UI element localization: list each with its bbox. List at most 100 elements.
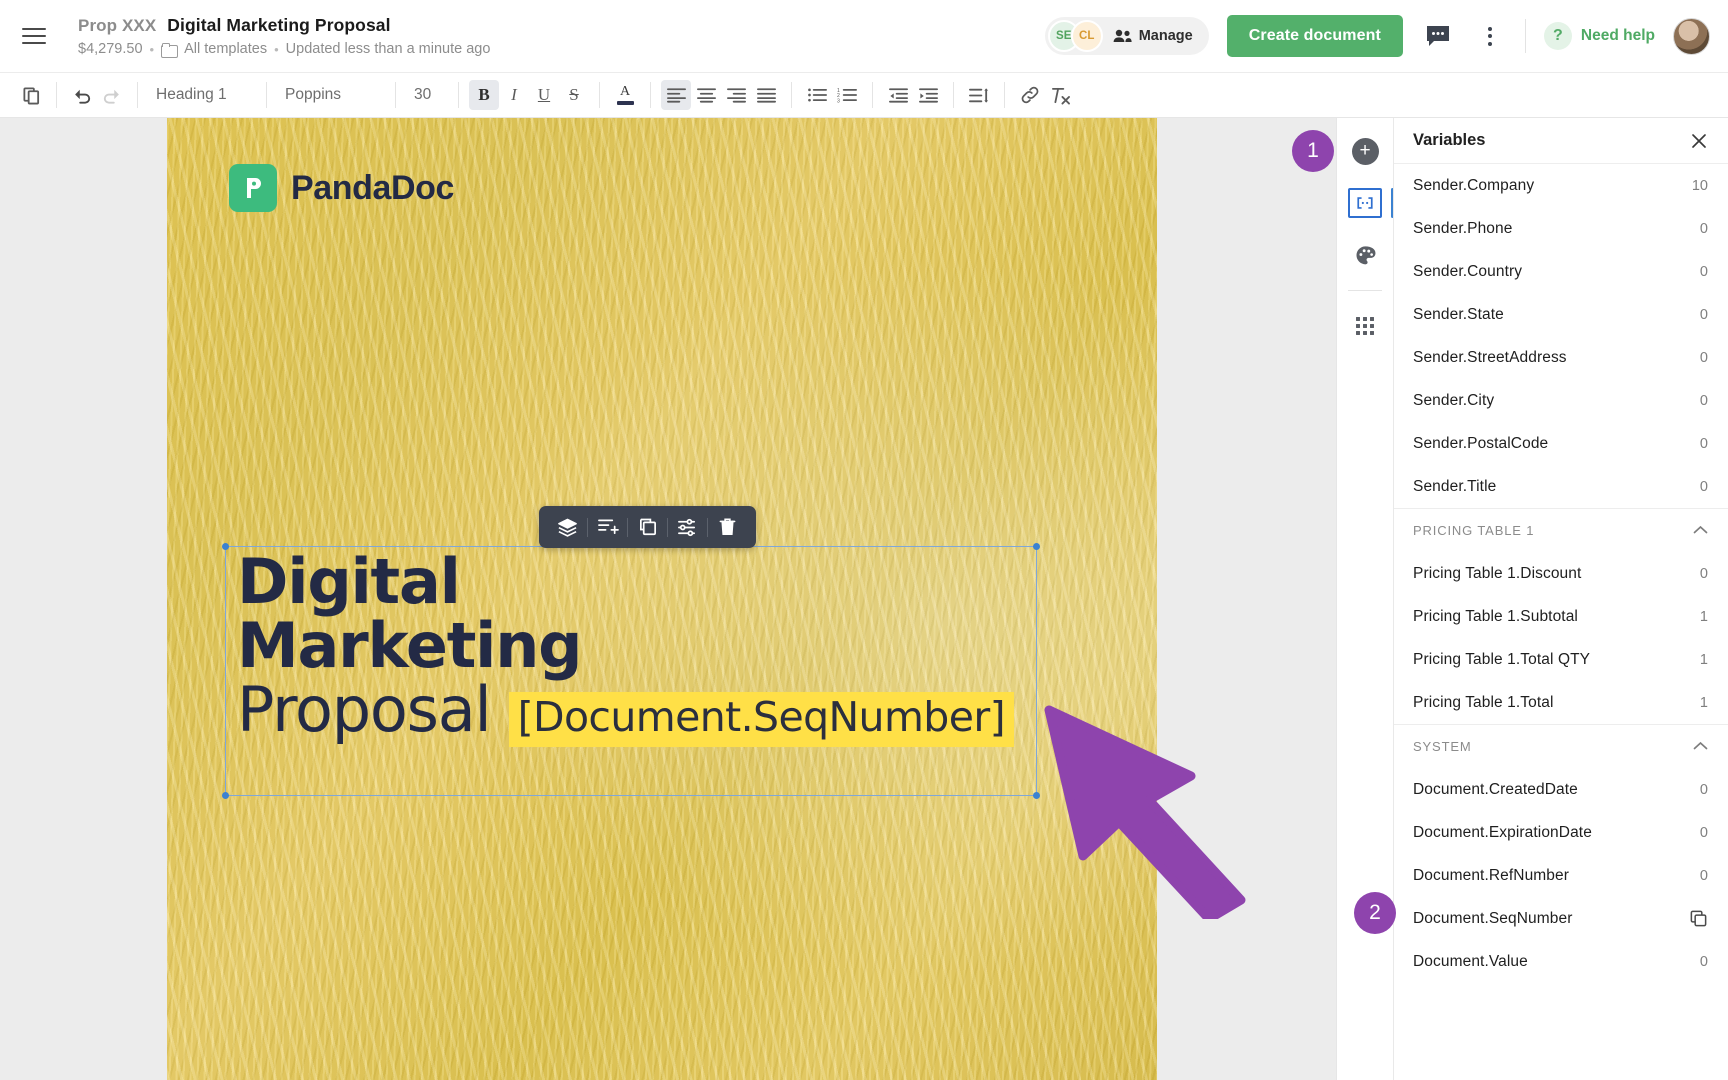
- list-item[interactable]: Pricing Table 1.Discount 0: [1394, 552, 1728, 595]
- variable-usage-count: 1: [1699, 608, 1708, 625]
- headline-line-3: Proposal: [237, 672, 492, 746]
- rail-divider: [1348, 290, 1382, 291]
- list-item[interactable]: Sender.State 0: [1394, 293, 1728, 336]
- resize-handle-bottom-right[interactable]: [1033, 792, 1040, 799]
- list-item[interactable]: Document.CreatedDate 0: [1394, 768, 1728, 811]
- kebab-menu-icon[interactable]: [1473, 19, 1507, 53]
- folder-label[interactable]: All templates: [184, 41, 267, 57]
- list-item[interactable]: Sender.Company 10: [1394, 164, 1728, 207]
- variable-name: Document.Value: [1413, 952, 1528, 970]
- list-item-seqnumber[interactable]: Document.SeqNumber: [1394, 897, 1728, 940]
- duplicate-icon[interactable]: [631, 511, 664, 544]
- align-justify-icon[interactable]: [751, 80, 781, 110]
- chevron-up-icon[interactable]: [1693, 522, 1708, 540]
- list-item[interactable]: Document.ExpirationDate 0: [1394, 811, 1728, 854]
- create-document-button[interactable]: Create document: [1226, 15, 1403, 57]
- strikethrough-button[interactable]: S: [559, 80, 589, 110]
- resize-handle-top-left[interactable]: [222, 543, 229, 550]
- plus-circle-icon: +: [1351, 137, 1379, 165]
- group-header-system[interactable]: SYSTEM: [1394, 724, 1728, 768]
- list-item[interactable]: Pricing Table 1.Total QTY 1: [1394, 638, 1728, 681]
- variable-usage-count: 0: [1699, 220, 1708, 237]
- copy-icon[interactable]: [1689, 909, 1708, 928]
- increase-indent-icon[interactable]: [913, 80, 943, 110]
- list-item[interactable]: Pricing Table 1.Total 1: [1394, 681, 1728, 724]
- avatar[interactable]: [1673, 17, 1710, 55]
- list-item[interactable]: Sender.PostalCode 0: [1394, 422, 1728, 465]
- sidebar-item-add-content[interactable]: +: [1346, 134, 1384, 168]
- line-spacing-icon[interactable]: [964, 80, 994, 110]
- palette-icon: [1355, 245, 1375, 264]
- list-item[interactable]: Sender.City 0: [1394, 379, 1728, 422]
- bold-button[interactable]: B: [469, 80, 499, 110]
- variables-list[interactable]: Sender.Company 10 Sender.Phone 0 Sender.…: [1394, 164, 1728, 1080]
- font-color-button[interactable]: A: [610, 80, 640, 110]
- layers-icon[interactable]: [551, 511, 584, 544]
- numbered-list-icon[interactable]: 123: [832, 80, 862, 110]
- list-item[interactable]: Document.Value 0: [1394, 940, 1728, 983]
- pandadoc-logo-mark: [229, 164, 277, 212]
- document-amount: $4,279.50: [78, 41, 143, 57]
- floating-toolbar-divider: [587, 517, 588, 537]
- need-help-button[interactable]: ? Need help: [1543, 22, 1655, 50]
- resize-handle-bottom-left[interactable]: [222, 792, 229, 799]
- link-icon[interactable]: [1015, 80, 1045, 110]
- variable-token[interactable]: [Document.SeqNumber]: [508, 691, 1014, 747]
- header-divider: [1524, 19, 1526, 53]
- hamburger-icon[interactable]: [22, 19, 56, 53]
- chevron-up-icon[interactable]: [1693, 738, 1708, 756]
- group-label: PRICING TABLE 1: [1413, 523, 1535, 538]
- group-header-pricing-table[interactable]: PRICING TABLE 1: [1394, 508, 1728, 552]
- list-item[interactable]: Sender.Phone 0: [1394, 207, 1728, 250]
- resize-handle-top-right[interactable]: [1033, 543, 1040, 550]
- align-left-icon[interactable]: [661, 80, 691, 110]
- headline-line-3-row: Proposal [Document.SeqNumber]: [237, 672, 1014, 747]
- align-center-icon[interactable]: [691, 80, 721, 110]
- variable-name: Pricing Table 1.Total: [1413, 693, 1554, 711]
- variable-name: Sender.Phone: [1413, 219, 1513, 237]
- font-family-select[interactable]: Poppins: [277, 80, 385, 110]
- italic-button[interactable]: I: [499, 80, 529, 110]
- variables-panel-title: Variables: [1413, 131, 1486, 149]
- manage-recipients-button[interactable]: SE CL Manage: [1044, 17, 1209, 55]
- trash-icon[interactable]: [711, 511, 744, 544]
- variable-brackets-icon: [1357, 197, 1373, 209]
- settings-sliders-icon[interactable]: [671, 511, 704, 544]
- variable-name: Sender.Country: [1413, 262, 1523, 280]
- page-title[interactable]: Digital Marketing Proposal: [167, 15, 390, 36]
- undo-icon[interactable]: [67, 80, 97, 110]
- variable-name: Sender.State: [1413, 305, 1504, 323]
- align-right-icon[interactable]: [721, 80, 751, 110]
- need-help-label: Need help: [1580, 27, 1655, 44]
- paragraph-style-select[interactable]: Heading 1: [148, 80, 256, 110]
- sidebar-item-variables[interactable]: [1346, 186, 1394, 220]
- list-item[interactable]: Sender.Title 0: [1394, 465, 1728, 508]
- document-page[interactable]: PandaDoc Digital Marketing Proposal [Doc…: [167, 118, 1246, 1080]
- underline-button[interactable]: U: [529, 80, 559, 110]
- bulleted-list-icon[interactable]: [802, 80, 832, 110]
- variable-usage-count: 0: [1699, 435, 1708, 452]
- headline-text-block[interactable]: Digital Marketing Proposal [Document.Seq…: [237, 550, 1014, 747]
- add-block-icon[interactable]: [591, 511, 624, 544]
- font-size-select[interactable]: 30: [406, 80, 448, 110]
- title-row: Prop XXX Digital Marketing Proposal: [78, 15, 490, 36]
- duplicate-icon[interactable]: [16, 80, 46, 110]
- sidebar-item-apps[interactable]: [1346, 309, 1384, 343]
- redo-icon[interactable]: [97, 80, 127, 110]
- sidebar-item-theme[interactable]: [1346, 238, 1384, 272]
- list-item[interactable]: Sender.Country 0: [1394, 250, 1728, 293]
- variable-name: Pricing Table 1.Total QTY: [1413, 650, 1591, 668]
- clear-formatting-icon[interactable]: [1045, 80, 1075, 110]
- document-canvas[interactable]: PandaDoc Digital Marketing Proposal [Doc…: [0, 118, 1336, 1080]
- people-icon: [1113, 29, 1132, 43]
- comment-icon[interactable]: [1421, 19, 1455, 53]
- list-item[interactable]: Sender.StreetAddress 0: [1394, 336, 1728, 379]
- list-item[interactable]: Pricing Table 1.Subtotal 1: [1394, 595, 1728, 638]
- folder-icon: [161, 42, 179, 58]
- variable-usage-count: 0: [1699, 867, 1708, 884]
- variable-name: Pricing Table 1.Discount: [1413, 564, 1582, 582]
- list-item[interactable]: Document.RefNumber 0: [1394, 854, 1728, 897]
- font-size-value: 30: [414, 86, 432, 103]
- close-icon[interactable]: [1687, 129, 1711, 153]
- decrease-indent-icon[interactable]: [883, 80, 913, 110]
